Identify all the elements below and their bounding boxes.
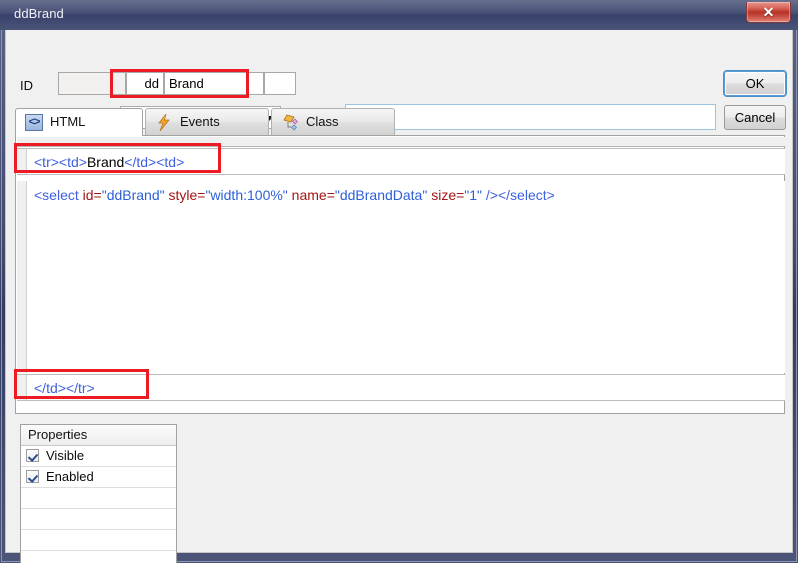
- properties-row-empty[interactable]: [21, 488, 176, 509]
- html-editor: <tr><td>Brand</td><td> <select id="ddBra…: [15, 135, 785, 414]
- code-line-top-text: <tr><td>Brand</td><td>: [34, 154, 185, 170]
- title-bar: ddBrand ✕: [0, 0, 798, 30]
- id-middle-input[interactable]: [126, 72, 164, 95]
- window-title: ddBrand: [14, 6, 64, 21]
- dialog-window: ddBrand ✕ ID CSS Class CSS OK Cancel <> …: [0, 0, 798, 563]
- properties-row-visible-label: Visible: [46, 448, 85, 463]
- title-bar-sheen: [0, 0, 798, 14]
- properties-row-enabled[interactable]: Enabled: [21, 467, 176, 488]
- code-editor-body[interactable]: <select id="ddBrand" style="width:100%" …: [17, 181, 785, 373]
- lightning-bolt-icon: [155, 113, 173, 132]
- properties-row-empty[interactable]: [21, 509, 176, 530]
- id-label: ID: [20, 78, 33, 93]
- properties-header: Properties: [21, 425, 176, 446]
- properties-row-visible[interactable]: Visible: [21, 446, 176, 467]
- ok-button[interactable]: OK: [724, 71, 786, 96]
- code-line-bottom-text: </td></tr>: [34, 380, 95, 396]
- properties-row-empty[interactable]: [21, 530, 176, 551]
- tab-strip: <> HTML Events Class: [15, 108, 785, 136]
- properties-row-empty[interactable]: [21, 551, 176, 563]
- editor-gutter: [17, 149, 27, 174]
- id-prefix-input[interactable]: [58, 72, 126, 95]
- tab-html[interactable]: <> HTML: [15, 108, 143, 136]
- code-main-text: <select id="ddBrand" style="width:100%" …: [34, 187, 555, 203]
- editor-top-strip: [17, 137, 785, 147]
- properties-row-enabled-label: Enabled: [46, 469, 94, 484]
- tab-html-label: HTML: [50, 114, 86, 129]
- tab-events[interactable]: Events: [145, 108, 269, 135]
- dialog-client-area: ID CSS Class CSS OK Cancel <> HTML: [5, 30, 793, 563]
- id-name-input[interactable]: [164, 72, 264, 95]
- code-line-top[interactable]: <tr><td>Brand</td><td>: [17, 148, 785, 175]
- close-icon: ✕: [762, 4, 775, 20]
- editor-gutter-main: [17, 181, 27, 373]
- properties-grid: Properties Visible Enabled: [20, 424, 177, 563]
- tab-class[interactable]: Class: [271, 108, 395, 135]
- class-diamond-icon: [281, 114, 299, 131]
- tab-class-label: Class: [306, 114, 339, 129]
- close-button[interactable]: ✕: [746, 2, 791, 23]
- code-brackets-icon: <>: [25, 114, 43, 131]
- editor-gutter-bottom: [17, 375, 27, 400]
- checkbox-enabled[interactable]: [26, 470, 39, 483]
- id-suffix-input[interactable]: [264, 72, 296, 95]
- code-line-bottom[interactable]: </td></tr>: [17, 374, 785, 401]
- checkbox-visible[interactable]: [26, 449, 39, 462]
- tab-events-label: Events: [180, 114, 220, 129]
